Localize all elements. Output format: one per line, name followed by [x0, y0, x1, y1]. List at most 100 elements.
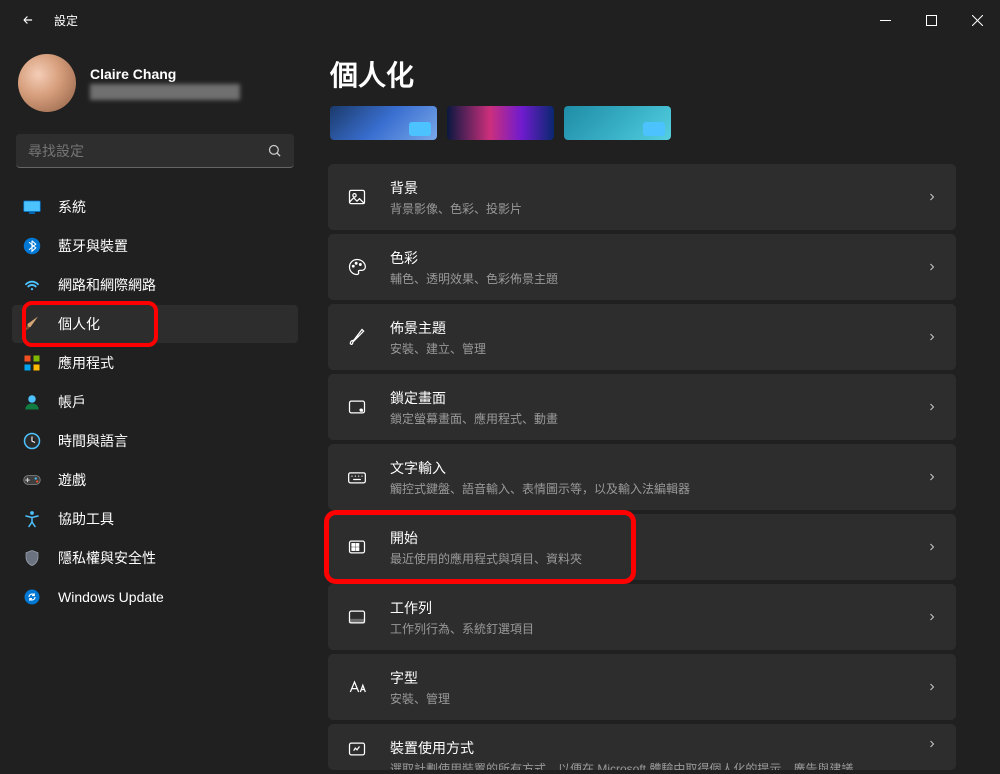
sidebar-item-accessibility[interactable]: 協助工具: [12, 500, 298, 538]
page-title: 個人化: [330, 54, 956, 94]
profile-section[interactable]: Claire Chang: [12, 54, 298, 112]
minimize-button[interactable]: [862, 0, 908, 40]
setting-description: 安裝、管理: [390, 690, 450, 707]
back-button[interactable]: [14, 6, 42, 34]
theme-thumbnails: [328, 106, 956, 140]
avatar: [18, 54, 76, 112]
search-box[interactable]: [16, 134, 294, 168]
lock-icon: [346, 396, 368, 418]
font-icon: [346, 676, 368, 698]
setting-title: 開始: [390, 528, 582, 548]
sidebar-item-personalization[interactable]: 個人化: [12, 305, 298, 343]
chevron-right-icon: [926, 261, 938, 273]
theme-thumb[interactable]: [330, 106, 437, 140]
theme-thumb[interactable]: [447, 106, 554, 140]
sidebar-item-label: 帳戶: [58, 392, 86, 412]
privacy-icon: [22, 548, 42, 568]
setting-item-brush[interactable]: 佈景主題 安裝、建立、管理: [328, 304, 956, 370]
chevron-right-icon: [926, 738, 938, 750]
sidebar-item-privacy[interactable]: 隱私權與安全性: [12, 539, 298, 577]
palette-icon: [346, 256, 368, 278]
setting-description: 背景影像、色彩、投影片: [390, 200, 522, 217]
setting-item-taskbar[interactable]: 工作列 工作列行為、系統釘選項目: [328, 584, 956, 650]
close-button[interactable]: [954, 0, 1000, 40]
setting-item-start[interactable]: 開始 最近使用的應用程式與項目、資料夾: [328, 514, 956, 580]
sidebar-item-label: 系統: [58, 197, 86, 217]
accounts-icon: [22, 392, 42, 412]
gaming-icon: [22, 470, 42, 490]
chevron-right-icon: [926, 401, 938, 413]
chevron-right-icon: [926, 541, 938, 553]
brush-icon: [346, 326, 368, 348]
sidebar: Claire Chang 系統藍牙與裝置網路和網際網路個人化應用程式帳戶時間與語…: [0, 40, 310, 774]
setting-item-font[interactable]: 字型 安裝、管理: [328, 654, 956, 720]
setting-item-lock[interactable]: 鎖定畫面 鎖定螢幕畫面、應用程式、動畫: [328, 374, 956, 440]
setting-title: 字型: [390, 668, 450, 688]
bluetooth-icon: [22, 236, 42, 256]
titlebar: 設定: [0, 0, 1000, 40]
sidebar-item-apps[interactable]: 應用程式: [12, 344, 298, 382]
setting-title: 文字輸入: [390, 458, 690, 478]
sidebar-item-label: 藍牙與裝置: [58, 236, 128, 256]
settings-list: 背景 背景影像、色彩、投影片 色彩 輔色、透明效果、色彩佈景主題 佈景主題 安裝…: [328, 164, 956, 770]
setting-description: 工作列行為、系統釘選項目: [390, 620, 534, 637]
setting-title: 工作列: [390, 598, 534, 618]
apps-icon: [22, 353, 42, 373]
profile-name: Claire Chang: [90, 66, 240, 82]
wifi-icon: [22, 275, 42, 295]
chevron-right-icon: [926, 191, 938, 203]
chevron-right-icon: [926, 471, 938, 483]
sidebar-item-label: 時間與語言: [58, 431, 128, 451]
sidebar-item-label: Windows Update: [58, 589, 164, 605]
sidebar-item-gaming[interactable]: 遊戲: [12, 461, 298, 499]
start-icon: [346, 536, 368, 558]
sidebar-item-accounts[interactable]: 帳戶: [12, 383, 298, 421]
accessibility-icon: [22, 509, 42, 529]
setting-title: 色彩: [390, 248, 558, 268]
sidebar-item-update[interactable]: Windows Update: [12, 578, 298, 616]
setting-title: 佈景主題: [390, 318, 486, 338]
setting-item-image[interactable]: 背景 背景影像、色彩、投影片: [328, 164, 956, 230]
taskbar-icon: [346, 606, 368, 628]
setting-title: 鎖定畫面: [390, 388, 558, 408]
sidebar-item-label: 協助工具: [58, 509, 114, 529]
search-icon: [267, 143, 282, 158]
setting-item-keyboard[interactable]: 文字輸入 觸控式鍵盤、語音輸入、表情圖示等，以及輸入法編輯器: [328, 444, 956, 510]
setting-item-palette[interactable]: 色彩 輔色、透明效果、色彩佈景主題: [328, 234, 956, 300]
search-input[interactable]: [28, 143, 267, 159]
personalization-icon: [22, 314, 42, 334]
image-icon: [346, 186, 368, 208]
nav-list: 系統藍牙與裝置網路和網際網路個人化應用程式帳戶時間與語言遊戲協助工具隱私權與安全…: [12, 188, 298, 616]
sidebar-item-label: 個人化: [58, 314, 100, 334]
time-icon: [22, 431, 42, 451]
chevron-right-icon: [926, 331, 938, 343]
setting-description: 鎖定螢幕畫面、應用程式、動畫: [390, 410, 558, 427]
sidebar-item-bluetooth[interactable]: 藍牙與裝置: [12, 227, 298, 265]
setting-title: 背景: [390, 178, 522, 198]
usage-icon: [346, 738, 368, 760]
system-icon: [22, 197, 42, 217]
sidebar-item-label: 遊戲: [58, 470, 86, 490]
update-icon: [22, 587, 42, 607]
main-content: 個人化 背景 背景影像、色彩、投影片 色彩 輔色、透明效果、色彩佈景主題 佈景主…: [310, 40, 1000, 774]
setting-description: 安裝、建立、管理: [390, 340, 486, 357]
sidebar-item-label: 網路和網際網路: [58, 275, 156, 295]
profile-email-redacted: [90, 84, 240, 100]
theme-thumb[interactable]: [564, 106, 671, 140]
app-title: 設定: [54, 12, 78, 29]
setting-title: 裝置使用方式: [390, 738, 853, 758]
sidebar-item-label: 應用程式: [58, 353, 114, 373]
sidebar-item-system[interactable]: 系統: [12, 188, 298, 226]
maximize-button[interactable]: [908, 0, 954, 40]
sidebar-item-time[interactable]: 時間與語言: [12, 422, 298, 460]
sidebar-item-label: 隱私權與安全性: [58, 548, 156, 568]
chevron-right-icon: [926, 611, 938, 623]
chevron-right-icon: [926, 681, 938, 693]
sidebar-item-wifi[interactable]: 網路和網際網路: [12, 266, 298, 304]
setting-description: 觸控式鍵盤、語音輸入、表情圖示等，以及輸入法編輯器: [390, 480, 690, 497]
window-controls: [862, 0, 1000, 40]
setting-description: 最近使用的應用程式與項目、資料夾: [390, 550, 582, 567]
setting-description: 輔色、透明效果、色彩佈景主題: [390, 270, 558, 287]
setting-item-usage[interactable]: 裝置使用方式 選取計劃使用裝置的所有方式，以便在 Microsoft 體驗中取得…: [328, 724, 956, 770]
keyboard-icon: [346, 466, 368, 488]
